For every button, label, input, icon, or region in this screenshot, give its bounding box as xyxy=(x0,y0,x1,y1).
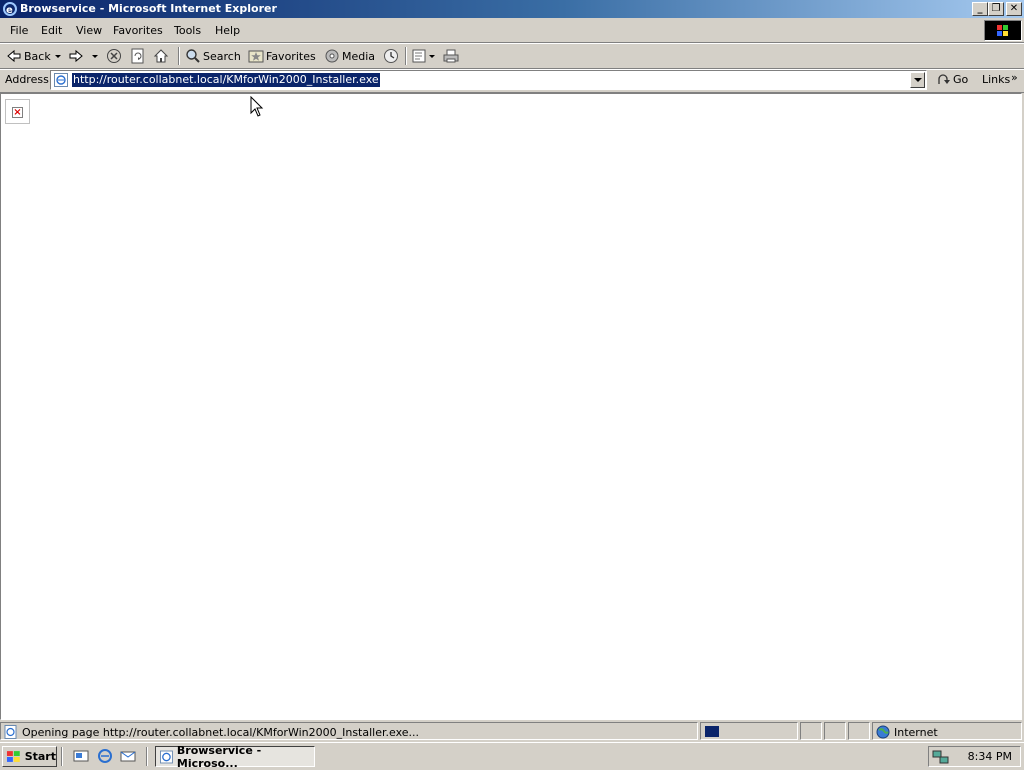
forward-dropdown[interactable] xyxy=(91,46,99,66)
back-label: Back xyxy=(24,49,51,63)
close-button[interactable]: ✕ xyxy=(1006,2,1022,16)
menu-bar: File Edit View Favorites Tools Help xyxy=(0,19,1024,43)
history-button[interactable] xyxy=(383,46,399,66)
page-content: × xyxy=(0,93,1022,720)
progress-bar xyxy=(705,726,719,737)
status-pane-empty xyxy=(800,722,822,740)
forward-button[interactable] xyxy=(68,46,84,66)
zone-pane: Internet xyxy=(872,722,1022,740)
zone-label: Internet xyxy=(894,726,938,739)
menu-favorites[interactable]: Favorites xyxy=(113,24,163,37)
refresh-button[interactable] xyxy=(130,46,146,66)
go-button[interactable]: Go xyxy=(937,72,968,86)
favorites-button[interactable]: Favorites xyxy=(248,46,316,66)
minimize-button[interactable]: _ xyxy=(972,2,988,16)
address-url[interactable]: http://router.collabnet.local/KMforWin20… xyxy=(72,73,380,87)
favorites-star-icon xyxy=(248,50,264,63)
menu-file[interactable]: File xyxy=(10,24,28,37)
mail-button[interactable] xyxy=(412,46,436,66)
clock[interactable]: 8:34 PM xyxy=(968,750,1012,763)
start-label: Start xyxy=(24,750,56,763)
refresh-icon xyxy=(131,48,144,64)
loading-page-icon xyxy=(4,725,18,742)
broken-image-icon: × xyxy=(12,107,23,118)
broken-image-placeholder: × xyxy=(5,99,30,124)
search-button[interactable]: Search xyxy=(185,46,241,66)
status-text: Opening page http://router.collabnet.loc… xyxy=(22,726,420,739)
system-tray: 8:34 PM xyxy=(928,746,1021,767)
address-label: Address xyxy=(5,73,49,86)
address-bar: Address http://router.collabnet.local/KM… xyxy=(0,69,1024,93)
search-icon xyxy=(186,49,200,63)
media-button[interactable]: Media xyxy=(324,46,375,66)
menu-edit[interactable]: Edit xyxy=(41,24,62,37)
menu-help[interactable]: Help xyxy=(215,24,240,37)
taskbar-separator xyxy=(146,747,148,766)
media-icon xyxy=(325,49,339,63)
home-icon xyxy=(153,49,169,63)
search-label: Search xyxy=(203,49,241,63)
status-text-pane: Opening page http://router.collabnet.loc… xyxy=(0,722,698,740)
taskbar-task-label: Browservice - Microso... xyxy=(176,743,262,770)
print-button[interactable] xyxy=(443,46,459,66)
mouse-cursor-icon xyxy=(250,96,264,117)
ie-window: e Browservice - Microsoft Internet Explo… xyxy=(0,0,1024,742)
go-label: Go xyxy=(953,72,969,86)
network-icon[interactable] xyxy=(932,749,950,768)
window-title: Browservice - Microsoft Internet Explore… xyxy=(20,2,277,15)
taskbar-browservice-button[interactable]: Browservice - Microso... xyxy=(155,743,315,770)
chevron-down-icon xyxy=(55,55,61,58)
outlook-express-icon[interactable] xyxy=(120,748,136,767)
show-desktop-icon[interactable] xyxy=(73,748,89,767)
start-button[interactable]: Start xyxy=(2,746,57,767)
favorites-label: Favorites xyxy=(266,49,316,63)
back-arrow-icon xyxy=(7,49,21,63)
taskbar-separator xyxy=(61,747,63,766)
stop-icon xyxy=(107,49,121,63)
chevron-down-icon xyxy=(92,55,98,58)
home-button[interactable] xyxy=(153,46,169,66)
restore-button[interactable]: ❐ xyxy=(988,2,1004,16)
toolbar-separator xyxy=(178,47,180,65)
menu-tools[interactable]: Tools xyxy=(174,24,201,37)
go-arrow-icon xyxy=(938,74,950,84)
status-bar: Opening page http://router.collabnet.loc… xyxy=(0,721,1024,742)
internet-globe-icon xyxy=(876,725,890,742)
history-icon xyxy=(384,49,398,63)
chevron-down-icon xyxy=(429,55,435,58)
forward-arrow-icon xyxy=(69,49,83,63)
page-icon xyxy=(54,73,68,90)
menu-view[interactable]: View xyxy=(76,24,102,37)
title-bar[interactable]: e Browservice - Microsoft Internet Explo… xyxy=(0,0,1024,18)
stop-button[interactable] xyxy=(106,46,122,66)
standard-toolbar: Back Search Favorites Media xyxy=(0,44,1024,69)
ie-logo-icon: e xyxy=(2,1,18,17)
status-pane-empty xyxy=(848,722,870,740)
links-chevron-icon[interactable]: » xyxy=(1011,71,1018,84)
progress-pane xyxy=(700,722,798,740)
windows-logo-throbber xyxy=(984,20,1022,41)
internet-explorer-icon[interactable] xyxy=(97,748,113,767)
address-input[interactable]: http://router.collabnet.local/KMforWin20… xyxy=(50,70,927,90)
printer-icon xyxy=(443,49,459,63)
links-label[interactable]: Links xyxy=(982,73,1010,86)
back-button[interactable]: Back xyxy=(6,46,51,66)
media-label: Media xyxy=(342,49,376,63)
back-dropdown[interactable] xyxy=(54,46,62,66)
ie-page-icon xyxy=(160,750,173,763)
svg-text:e: e xyxy=(6,5,13,16)
taskbar: Start Browservice - Microso... 8:34 PM xyxy=(0,742,1024,770)
status-pane-empty xyxy=(824,722,846,740)
toolbar-separator xyxy=(405,47,407,65)
mail-icon xyxy=(412,49,426,63)
address-dropdown-button[interactable] xyxy=(910,72,925,88)
windows-flag-icon xyxy=(6,750,20,762)
